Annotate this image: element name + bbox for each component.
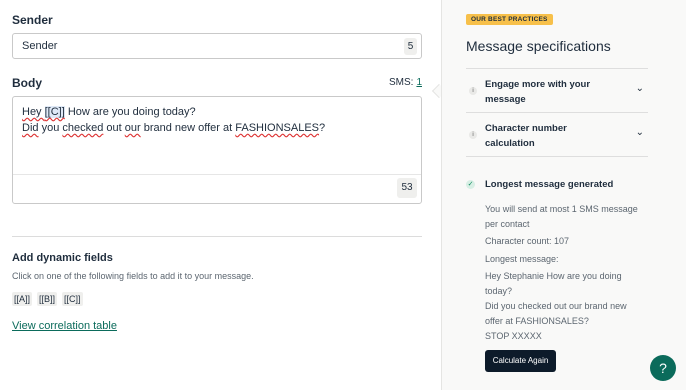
sms-count: SMS: 1 <box>389 77 422 88</box>
longest-message-label: Longest message: <box>485 254 559 264</box>
dynamic-fields-help: Click on one of the following fields to … <box>12 271 254 281</box>
sms-count-link[interactable]: 1 <box>416 77 422 88</box>
sender-value: Sender <box>22 40 58 52</box>
body-word: ? <box>319 122 326 134</box>
body-word: our <box>124 122 141 134</box>
accordion-engage-label: Engage more with your message <box>485 79 591 105</box>
dynamic-field-chip-b[interactable]: [[B]] <box>37 292 58 306</box>
help-button[interactable]: ? <box>650 355 676 381</box>
body-char-counter: 53 <box>397 178 417 198</box>
dynamic-fields-title: Add dynamic fields <box>12 252 113 264</box>
best-practices-badge: OUR BEST PRACTICES <box>466 14 553 25</box>
specifications-title: Message specifications <box>466 38 611 54</box>
section-divider <box>12 236 422 237</box>
sender-char-counter: 5 <box>404 38 417 55</box>
calculate-again-button[interactable]: Calculate Again <box>485 350 556 372</box>
body-dynamic-field: [[C]] <box>44 106 65 118</box>
longest-message-preview: Hey Stephanie How are you doing today? D… <box>485 271 627 341</box>
body-text: Hey [[C]] How are you doing today? Did y… <box>22 104 325 136</box>
chevron-down-icon[interactable]: ⌄ <box>636 127 644 138</box>
check-icon: ✓ <box>466 180 475 189</box>
sms-send-info: You will send at most 1 SMS message per … <box>485 204 638 229</box>
accordion-engage[interactable]: i Engage more with your message ⌄ <box>466 68 648 113</box>
specifications-panel: OUR BEST PRACTICES Message specification… <box>441 0 686 390</box>
view-correlation-table-link[interactable]: View correlation table <box>12 320 117 332</box>
sms-count-label: SMS: <box>388 77 414 88</box>
sender-input[interactable]: Sender 5 <box>12 33 422 59</box>
body-word: you <box>38 122 63 134</box>
longest-message-title: Longest message generated <box>485 179 614 190</box>
body-word: Hey <box>22 106 45 118</box>
body-textarea[interactable]: Hey [[C]] How are you doing today? Did y… <box>12 96 422 204</box>
accordion-character-calculation[interactable]: i Character number calculation ⌄ <box>466 112 648 157</box>
body-divider <box>13 174 421 175</box>
chevron-down-icon[interactable]: ⌄ <box>636 83 644 94</box>
body-word: checked <box>62 122 104 134</box>
info-icon: i <box>469 131 477 139</box>
dynamic-field-chips: [[A]] [[B]] [[C]] <box>12 292 83 306</box>
body-label: Body <box>12 76 42 90</box>
dynamic-field-chip-c[interactable]: [[C]] <box>62 292 83 306</box>
character-count: Character count: 107 <box>485 236 570 246</box>
body-word: Did <box>22 122 39 134</box>
dynamic-field-chip-a[interactable]: [[A]] <box>12 292 33 306</box>
body-word: FASHIONSALES <box>235 122 320 134</box>
editor-panel: Sender Sender 5 Body SMS: 1 Hey [[C]] How… <box>0 0 441 390</box>
accordion-character-label: Character number calculation <box>485 123 567 149</box>
body-word: brand new offer at <box>140 122 236 134</box>
sender-label: Sender <box>12 13 53 27</box>
info-icon: i <box>469 87 477 95</box>
body-word: out <box>103 122 125 134</box>
body-line1-rest: How are you doing today? <box>64 106 196 118</box>
